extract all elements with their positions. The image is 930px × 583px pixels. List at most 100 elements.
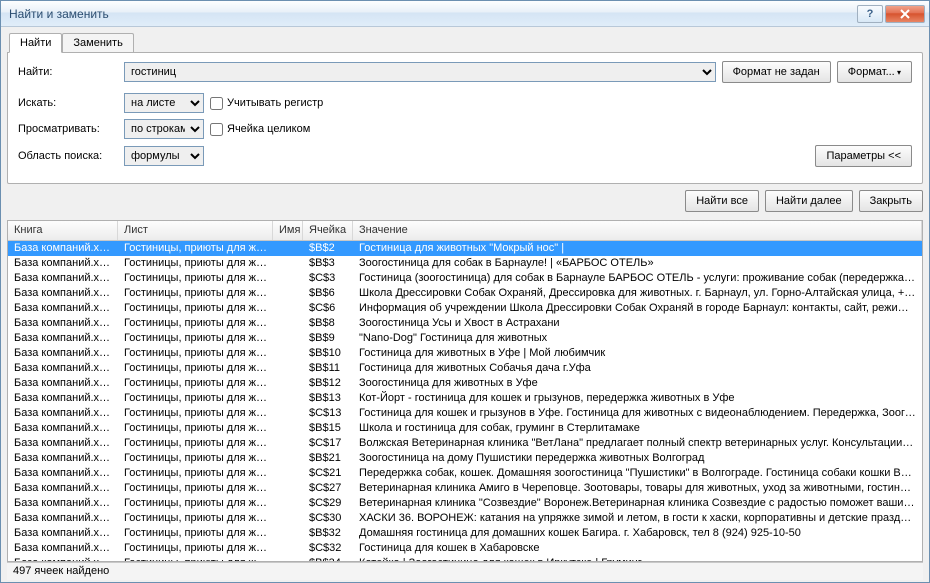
col-value[interactable]: Значение [353, 221, 922, 240]
cell-ref: $B$10 [303, 346, 353, 361]
result-row[interactable]: База компаний.xlsxГостиницы, приюты для … [8, 361, 922, 376]
cell-value: Школа и гостиница для собак, груминг в С… [353, 421, 922, 436]
matchwhole-checkbox[interactable]: Ячейка целиком [210, 123, 310, 136]
cell-value: Передержка собак, кошек. Домашняя зоогос… [353, 466, 922, 481]
result-row[interactable]: База компаний.xlsxГостиницы, приюты для … [8, 511, 922, 526]
lookin-select[interactable]: формулы [124, 146, 204, 166]
result-row[interactable]: База компаний.xlsxГостиницы, приюты для … [8, 271, 922, 286]
cell-book: База компаний.xlsx [8, 451, 118, 466]
cell-ref: $B$15 [303, 421, 353, 436]
cell-ref: $C$27 [303, 481, 353, 496]
cell-ref: $B$3 [303, 256, 353, 271]
result-row[interactable]: База компаний.xlsxГостиницы, приюты для … [8, 526, 922, 541]
cell-book: База компаний.xlsx [8, 406, 118, 421]
cell-book: База компаний.xlsx [8, 526, 118, 541]
cell-ref: $B$13 [303, 391, 353, 406]
cell-name [273, 466, 303, 481]
cell-sheet: Гостиницы, приюты для живо... [118, 421, 273, 436]
cell-sheet: Гостиницы, приюты для живо... [118, 511, 273, 526]
cell-sheet: Гостиницы, приюты для живо... [118, 331, 273, 346]
tabs: Найти Заменить [9, 33, 923, 53]
cell-book: База компаний.xlsx [8, 241, 118, 256]
result-row[interactable]: База компаний.xlsxГостиницы, приюты для … [8, 466, 922, 481]
searchin-label: Искать: [18, 97, 118, 109]
result-row[interactable]: База компаний.xlsxГостиницы, приюты для … [8, 241, 922, 256]
cell-sheet: Гостиницы, приюты для живо... [118, 256, 273, 271]
col-book[interactable]: Книга [8, 221, 118, 240]
close-window-button[interactable] [885, 5, 925, 23]
col-cell[interactable]: Ячейка [303, 221, 353, 240]
cell-value: ХАСКИ 36. ВОРОНЕЖ: катания на упряжке зи… [353, 511, 922, 526]
result-row[interactable]: База компаний.xlsxГостиницы, приюты для … [8, 331, 922, 346]
format-button[interactable]: Формат... [837, 61, 912, 83]
matchcase-checkbox[interactable]: Учитывать регистр [210, 97, 323, 110]
cell-name [273, 406, 303, 421]
cell-book: База компаний.xlsx [8, 481, 118, 496]
cell-book: База компаний.xlsx [8, 511, 118, 526]
cell-value: Волжская Ветеринарная клиника "ВетЛана" … [353, 436, 922, 451]
cell-value: Гостиница для кошек и грызунов в Уфе. Го… [353, 406, 922, 421]
cell-name [273, 361, 303, 376]
cell-ref: $B$11 [303, 361, 353, 376]
searchin-select[interactable]: на листе [124, 93, 204, 113]
cell-ref: $C$29 [303, 496, 353, 511]
result-row[interactable]: База компаний.xlsxГостиницы, приюты для … [8, 391, 922, 406]
cell-book: База компаний.xlsx [8, 256, 118, 271]
result-row[interactable]: База компаний.xlsxГостиницы, приюты для … [8, 301, 922, 316]
cell-sheet: Гостиницы, приюты для живо... [118, 346, 273, 361]
cell-value: Гостиница для кошек в Хабаровске [353, 541, 922, 556]
cell-book: База компаний.xlsx [8, 496, 118, 511]
titlebar[interactable]: Найти и заменить ? [1, 1, 929, 27]
cell-value: Зоогостиница для собак в Барнауле! | «БА… [353, 256, 922, 271]
results-table: Книга Лист Имя Ячейка Значение База комп… [7, 220, 923, 562]
cell-value: Зоогостиница Усы и Хвост в Астрахани [353, 316, 922, 331]
help-button[interactable]: ? [857, 5, 883, 23]
result-row[interactable]: База компаний.xlsxГостиницы, приюты для … [8, 316, 922, 331]
results-body[interactable]: База компаний.xlsxГостиницы, приюты для … [8, 241, 922, 561]
result-row[interactable]: База компаний.xlsxГостиницы, приюты для … [8, 286, 922, 301]
cell-ref: $B$34 [303, 556, 353, 561]
result-row[interactable]: База компаний.xlsxГостиницы, приюты для … [8, 496, 922, 511]
result-row[interactable]: База компаний.xlsxГостиницы, приюты для … [8, 556, 922, 561]
no-format-button[interactable]: Формат не задан [722, 61, 831, 83]
close-button[interactable]: Закрыть [859, 190, 923, 212]
cell-book: База компаний.xlsx [8, 541, 118, 556]
searchby-select[interactable]: по строкам [124, 119, 204, 139]
find-next-button[interactable]: Найти далее [765, 190, 853, 212]
result-row[interactable]: База компаний.xlsxГостиницы, приюты для … [8, 346, 922, 361]
find-all-button[interactable]: Найти все [685, 190, 759, 212]
result-row[interactable]: База компаний.xlsxГостиницы, приюты для … [8, 421, 922, 436]
cell-value: Гостиница для животных "Мокрый нос" | [353, 241, 922, 256]
cell-sheet: Гостиницы, приюты для живо... [118, 541, 273, 556]
col-sheet[interactable]: Лист [118, 221, 273, 240]
cell-sheet: Гостиницы, приюты для живо... [118, 316, 273, 331]
cell-sheet: Гостиницы, приюты для живо... [118, 466, 273, 481]
col-name[interactable]: Имя [273, 221, 303, 240]
result-row[interactable]: База компаний.xlsxГостиницы, приюты для … [8, 541, 922, 556]
cell-ref: $B$6 [303, 286, 353, 301]
cell-name [273, 271, 303, 286]
result-row[interactable]: База компаний.xlsxГостиницы, приюты для … [8, 406, 922, 421]
result-row[interactable]: База компаний.xlsxГостиницы, приюты для … [8, 451, 922, 466]
result-row[interactable]: База компаний.xlsxГостиницы, приюты для … [8, 436, 922, 451]
cell-book: База компаний.xlsx [8, 316, 118, 331]
cell-name [273, 436, 303, 451]
cell-value: Котейка | Зоогостиница для кошек в Иркут… [353, 556, 922, 561]
result-row[interactable]: База компаний.xlsxГостиницы, приюты для … [8, 376, 922, 391]
cell-sheet: Гостиницы, приюты для живо... [118, 451, 273, 466]
cell-ref: $C$32 [303, 541, 353, 556]
cell-ref: $B$12 [303, 376, 353, 391]
cell-sheet: Гостиницы, приюты для живо... [118, 271, 273, 286]
result-row[interactable]: База компаний.xlsxГостиницы, приюты для … [8, 256, 922, 271]
cell-sheet: Гостиницы, приюты для живо... [118, 481, 273, 496]
options-button[interactable]: Параметры << [815, 145, 912, 167]
cell-name [273, 256, 303, 271]
tab-replace[interactable]: Заменить [62, 33, 133, 53]
tab-find[interactable]: Найти [9, 33, 62, 53]
cell-value: Кот-Йорт - гостиница для кошек и грызуно… [353, 391, 922, 406]
cell-name [273, 301, 303, 316]
result-row[interactable]: База компаний.xlsxГостиницы, приюты для … [8, 481, 922, 496]
cell-book: База компаний.xlsx [8, 556, 118, 561]
cell-name [273, 286, 303, 301]
find-input[interactable]: гостиниц [124, 62, 716, 82]
